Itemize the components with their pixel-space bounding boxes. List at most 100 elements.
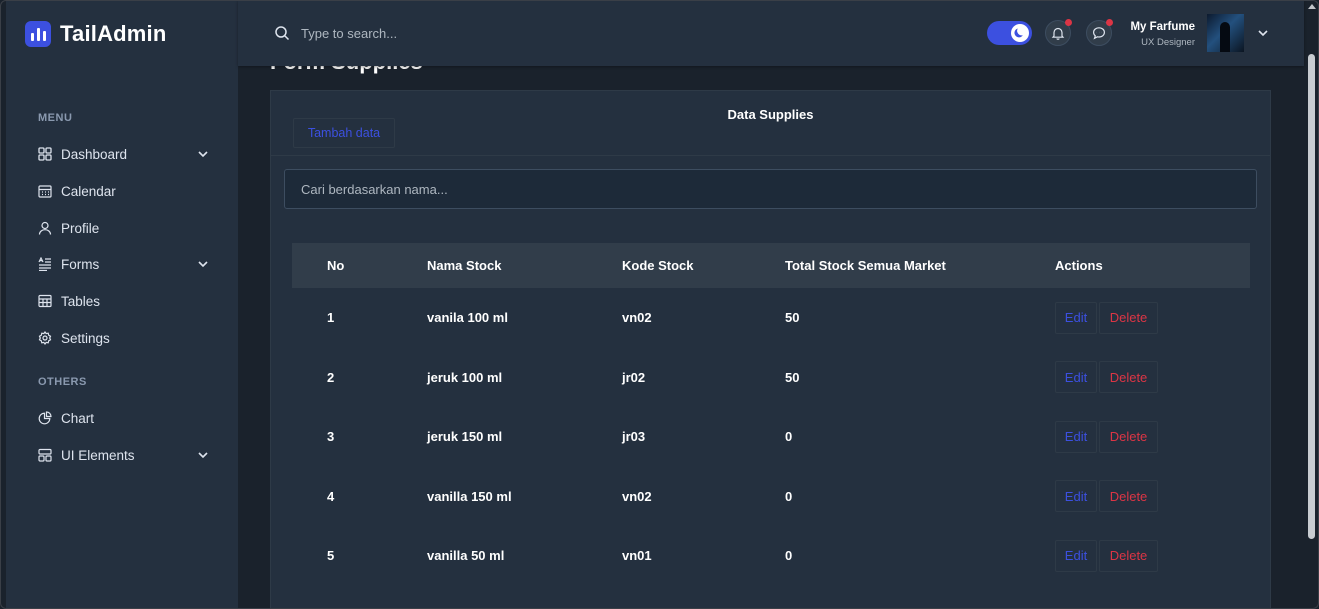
table-header-row: No Nama Stock Kode Stock Total Stock Sem… [292,243,1250,288]
dark-mode-toggle[interactable] [987,21,1032,45]
avatar[interactable] [1207,14,1244,52]
notification-button[interactable] [1045,19,1072,46]
sidebar-item-label: Dashboard [61,146,128,162]
cell-nama-stock: vanilla 50 ml [427,548,505,564]
sidebar-item-label: Forms [61,256,100,272]
column-header-nama-stock: Nama Stock [427,258,502,273]
card-divider [271,155,1270,156]
cell-actions: Edit Delete [1055,407,1250,467]
sidebar: TailAdmin MENU Dashboard Calendar Profil… [6,0,238,609]
sidebar-item-chart[interactable]: Chart [38,406,210,430]
edit-button[interactable]: Edit [1055,539,1097,572]
form-icon [38,257,52,271]
cell-actions: Edit Delete [1055,467,1250,527]
card-title: Data Supplies [727,107,814,122]
sidebar-item-label: Calendar [61,183,116,199]
supplies-card: Data Supplies Tambah data No Nama Stock … [270,90,1271,609]
brand-name: TailAdmin [60,21,167,46]
chevron-down-icon[interactable] [1256,26,1270,40]
cell-kode-stock: vn02 [622,310,652,326]
cell-nama-stock: jeruk 100 ml [427,369,503,385]
scroll-up-arrow-icon[interactable] [1308,4,1316,9]
gear-icon [38,331,52,345]
edit-button[interactable]: Edit [1055,361,1097,394]
edit-button[interactable]: Edit [1055,301,1097,334]
cell-no: 3 [327,429,335,445]
moon-icon [1011,24,1029,42]
column-header-actions: Actions [1055,258,1103,273]
cell-no: 2 [327,369,335,385]
message-dot [1106,19,1113,26]
sidebar-item-tables[interactable]: Tables [38,289,210,313]
chevron-down-icon [198,151,208,158]
sidebar-item-forms[interactable]: Forms [38,252,210,276]
chat-icon [1092,27,1106,40]
sidebar-item-ui-elements[interactable]: UI Elements [38,443,210,467]
column-header-no: No [327,258,345,273]
user-role: UX Designer [1141,37,1195,48]
edit-button[interactable]: Edit [1055,420,1097,453]
sidebar-item-label: UI Elements [61,447,135,463]
sidebar-item-profile[interactable]: Profile [38,216,210,240]
cell-actions: Edit Delete [1055,288,1250,348]
pie-chart-icon [38,411,52,425]
cell-kode-stock: vn02 [622,488,652,504]
cell-nama-stock: vanilla 150 ml [427,488,512,504]
cell-total-stock: 50 [785,310,800,326]
cell-nama-stock: jeruk 150 ml [427,429,503,445]
others-group-label: OTHERS [38,376,87,388]
table-icon [38,294,52,308]
add-data-button[interactable]: Tambah data [293,118,395,148]
cell-actions: Edit Delete [1055,526,1250,586]
column-header-total-stock: Total Stock Semua Market [785,258,946,273]
cell-actions: Edit Delete [1055,348,1250,408]
table-row: 1 vanila 100 ml vn02 50 Edit Delete [292,288,1250,348]
cell-total-stock: 0 [785,548,793,564]
cell-total-stock: 0 [785,488,793,504]
messages-button[interactable] [1086,19,1113,46]
cell-kode-stock: jr02 [622,369,646,385]
notification-dot [1065,19,1072,26]
table-row: 4 vanilla 150 ml vn02 0 Edit Delete [292,467,1250,527]
menu-group-label: MENU [38,112,73,124]
page-scrollbar[interactable] [1304,0,1319,609]
sidebar-item-calendar[interactable]: Calendar [38,179,210,203]
sidebar-item-label: Settings [61,330,110,346]
delete-button[interactable]: Delete [1099,420,1158,453]
logo-bars-icon [25,21,51,47]
user-name[interactable]: My Farfume [1130,21,1195,33]
sidebar-item-label: Tables [61,293,101,309]
delete-button[interactable]: Delete [1099,301,1158,334]
chevron-down-icon [198,261,208,268]
delete-button[interactable]: Delete [1099,539,1158,572]
grid-icon [38,147,52,161]
delete-button[interactable]: Delete [1099,361,1158,394]
sidebar-item-settings[interactable]: Settings [38,326,210,350]
calendar-icon [38,184,52,198]
cell-nama-stock: vanila 100 ml [427,310,508,326]
brand-logo[interactable]: TailAdmin [25,21,167,47]
table-row: 3 jeruk 150 ml jr03 0 Edit Delete [292,407,1250,467]
user-icon [38,221,52,235]
search-input[interactable] [301,22,601,44]
layout-icon [38,448,52,462]
table-row: 2 jeruk 100 ml jr02 50 Edit Delete [292,348,1250,408]
cell-kode-stock: vn01 [622,548,652,564]
delete-button[interactable]: Delete [1099,480,1158,513]
sidebar-item-label: Chart [61,410,95,426]
cell-no: 5 [327,548,335,564]
column-header-kode-stock: Kode Stock [622,258,694,273]
edit-button[interactable]: Edit [1055,480,1097,513]
scrollbar-thumb[interactable] [1308,54,1315,539]
table-row: 5 vanilla 50 ml vn01 0 Edit Delete [292,526,1250,586]
cell-no: 4 [327,488,335,504]
chevron-down-icon [198,452,208,459]
name-filter-input[interactable] [284,169,1257,209]
supplies-table: No Nama Stock Kode Stock Total Stock Sem… [292,243,1250,586]
cell-no: 1 [327,310,335,326]
search-icon[interactable] [274,25,290,41]
bell-icon [1051,27,1065,40]
cell-kode-stock: jr03 [622,429,646,445]
cell-total-stock: 50 [785,369,800,385]
sidebar-item-dashboard[interactable]: Dashboard [38,142,210,166]
